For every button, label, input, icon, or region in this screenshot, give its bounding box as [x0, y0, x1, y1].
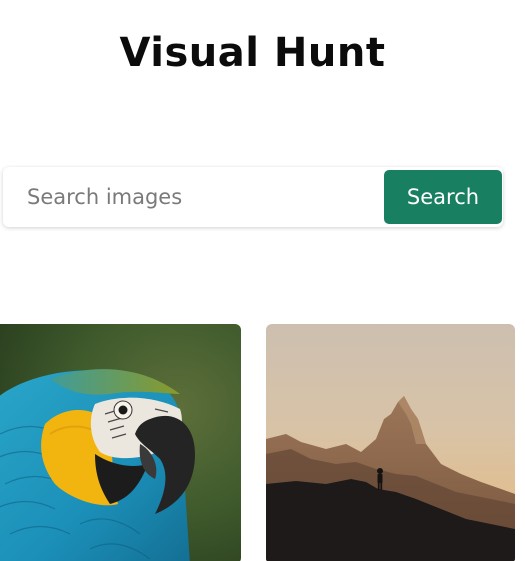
gallery-image-macaw-parrot[interactable]: [0, 324, 241, 561]
macaw-parrot-image: [0, 324, 241, 561]
gallery-image-mountain-silhouette[interactable]: [266, 324, 515, 561]
page-title: Visual Hunt: [119, 30, 386, 76]
mountain-silhouette-image: [266, 324, 515, 561]
page: Visual Hunt Search: [0, 0, 525, 561]
search-button[interactable]: Search: [384, 170, 502, 224]
search-input[interactable]: [3, 167, 383, 227]
search-bar: Search: [3, 167, 503, 227]
image-gallery: [0, 324, 525, 561]
